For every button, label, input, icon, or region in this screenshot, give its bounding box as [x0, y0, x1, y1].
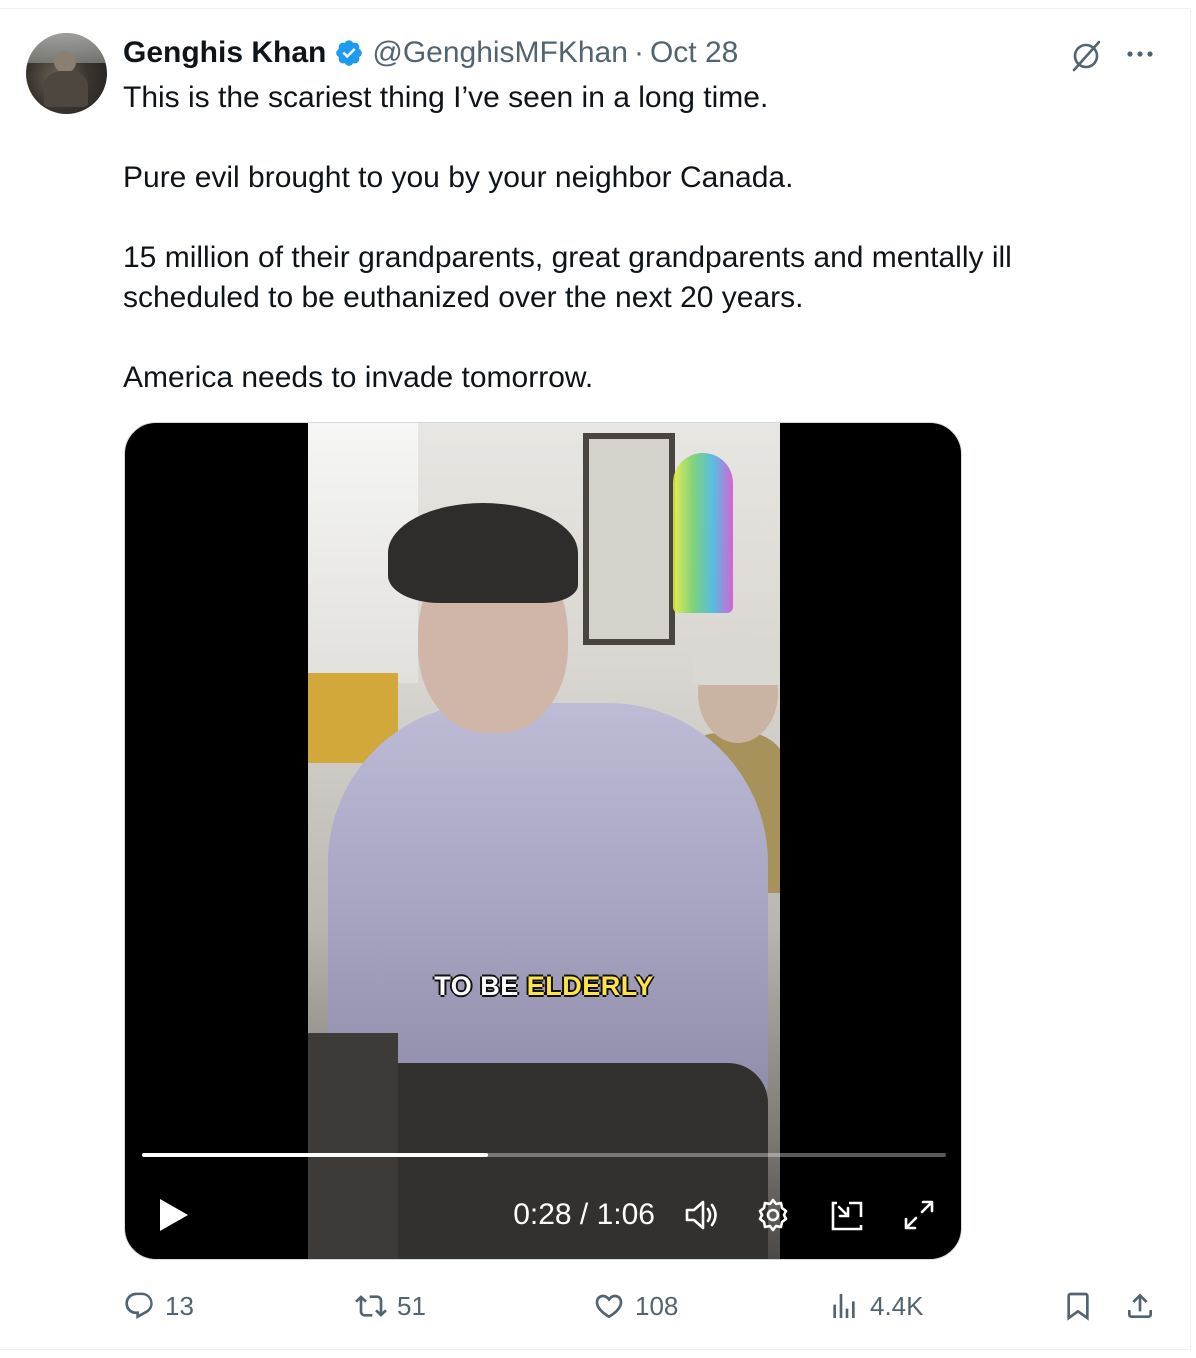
video-time: 0:28 / 1:06 — [513, 1198, 655, 1231]
gear-icon[interactable] — [753, 1195, 793, 1235]
share-button[interactable] — [1124, 1284, 1166, 1328]
fullscreen-icon[interactable] — [899, 1195, 939, 1235]
bookmark-icon — [1067, 1292, 1089, 1321]
video-player[interactable]: TO BE ELDERLY 0:28 / 1:06 — [124, 422, 962, 1260]
volume-icon[interactable] — [681, 1195, 721, 1235]
bookmark-button[interactable] — [1062, 1284, 1104, 1328]
video-frame[interactable]: TO BE ELDERLY — [308, 423, 780, 1259]
bottom-divider — [0, 1349, 1190, 1350]
repost-icon — [355, 1295, 387, 1317]
repost-count: 51 — [397, 1290, 426, 1321]
grok-icon[interactable] — [1068, 38, 1104, 74]
views-count: 4.4K — [870, 1290, 924, 1321]
views-button[interactable]: 4.4K — [828, 1284, 924, 1328]
tweet-paragraph-3: 15 million of their grandparents, great … — [123, 241, 1012, 314]
like-icon — [595, 1294, 623, 1319]
tweet-text: This is the scariest thing I’ve seen in … — [123, 78, 1083, 398]
minimize-icon[interactable] — [827, 1195, 867, 1235]
verified-badge-icon[interactable] — [334, 38, 364, 68]
caption-white-text: TO BE — [434, 971, 519, 1001]
post-date[interactable]: Oct 28 — [650, 36, 738, 70]
views-icon — [833, 1294, 855, 1318]
repost-button[interactable]: 51 — [355, 1284, 426, 1328]
more-icon[interactable] — [1122, 36, 1158, 72]
avatar[interactable] — [26, 33, 107, 114]
share-icon — [1128, 1293, 1152, 1318]
video-progress-fill — [142, 1153, 488, 1157]
video-caption: TO BE ELDERLY — [308, 971, 780, 1002]
like-button[interactable]: 108 — [593, 1284, 678, 1328]
author-handle[interactable]: @GenghisMFKhan — [372, 36, 628, 70]
tweet-header: Genghis Khan @GenghisMFKhan · Oct 28 — [123, 33, 738, 73]
tweet-paragraph-4: America needs to invade tomorrow. — [123, 361, 594, 394]
like-count: 108 — [635, 1290, 679, 1321]
right-divider — [1190, 8, 1191, 1350]
reply-icon — [125, 1292, 153, 1319]
top-divider — [0, 8, 1190, 9]
play-icon[interactable] — [153, 1195, 193, 1235]
reply-button[interactable]: 13 — [123, 1284, 194, 1328]
caption-yellow-text: ELDERLY — [526, 971, 654, 1001]
author-name[interactable]: Genghis Khan — [123, 36, 326, 70]
reply-count: 13 — [165, 1290, 194, 1321]
separator-dot: · — [633, 36, 644, 69]
tweet-paragraph-1: This is the scariest thing I’ve seen in … — [123, 81, 769, 114]
tweet-paragraph-2: Pure evil brought to you by your neighbo… — [123, 161, 794, 194]
video-progress-bar[interactable] — [142, 1153, 946, 1157]
action-bar: 13 51 108 4.4K — [0, 1284, 1190, 1328]
